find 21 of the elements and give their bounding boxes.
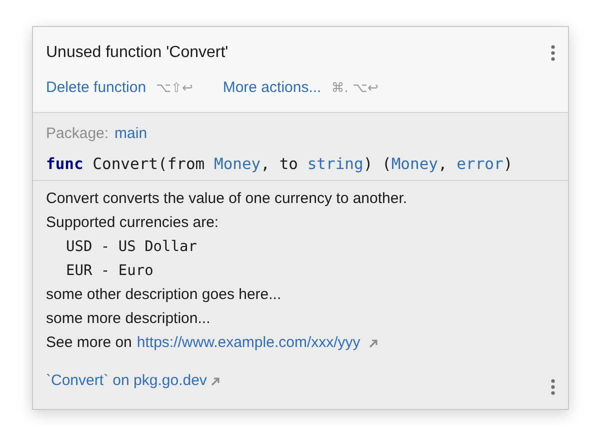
- code-line: EUR - Euro: [65, 262, 154, 282]
- action-link[interactable]: Delete function: [46, 77, 146, 100]
- code-line: USD - US Dollar: [65, 238, 198, 258]
- more-options-icon[interactable]: [551, 379, 555, 396]
- description-text: some more description...: [46, 309, 212, 330]
- description-text: See more on: [46, 333, 132, 354]
- more-options-icon[interactable]: [551, 45, 555, 61]
- description-text: Supported currencies are:: [46, 213, 220, 234]
- inspection-title: Unused function 'Convert': [46, 43, 228, 63]
- docs-link[interactable]: `Convert` on pkg.go.dev: [46, 369, 207, 394]
- description-text: Convert converts the value of one currency to another.: [46, 189, 408, 210]
- action-link[interactable]: More actions...: [222, 77, 322, 100]
- external-link-icon: [210, 376, 220, 386]
- url-link[interactable]: https://www.example.com/xxx/yyy: [136, 331, 360, 356]
- shortcut-hint: ⌥⇧↩: [156, 80, 193, 98]
- external-link-icon: [369, 338, 378, 348]
- shortcut-hint: ⌘. ⌥↩: [331, 80, 378, 98]
- package-label: Package:: [46, 124, 109, 144]
- package-link[interactable]: main: [114, 122, 148, 145]
- description-text: some other description goes here...: [46, 285, 282, 306]
- function-signature: func Convert(from Money, to string) (Money, error): [46, 154, 514, 175]
